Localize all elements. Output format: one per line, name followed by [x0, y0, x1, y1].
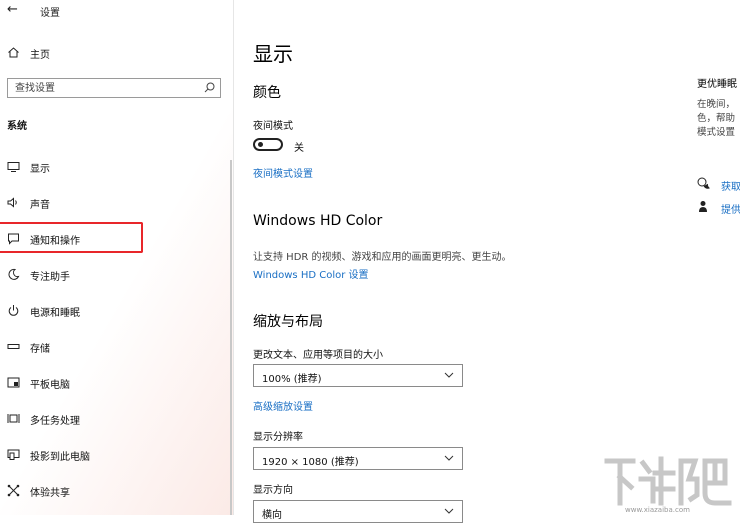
chevron-down-icon: [444, 455, 454, 461]
related-text-line: 色，帮助: [697, 113, 736, 124]
page-title: 显示: [253, 42, 293, 66]
sidebar-item-label: 电源和睡眠: [30, 308, 80, 319]
power-icon: [6, 303, 20, 317]
back-button[interactable]: ←: [7, 2, 18, 17]
night-mode-toggle[interactable]: [253, 138, 283, 151]
multitask-icon: [6, 411, 20, 425]
sidebar: ← 设置 主页 系统 显示 声音 通知和操作: [0, 0, 234, 515]
search-icon[interactable]: [203, 81, 216, 94]
heading-scale-layout: 缩放与布局: [253, 314, 323, 330]
sidebar-scrollbar[interactable]: [230, 160, 232, 515]
sidebar-item-label: 平板电脑: [30, 380, 70, 391]
sidebar-item-display[interactable]: 显示: [0, 152, 234, 182]
sidebar-item-home[interactable]: 主页: [0, 38, 234, 68]
scale-value: 100% (推荐): [262, 374, 322, 385]
home-icon: [6, 45, 20, 59]
window-title: 设置: [40, 8, 60, 19]
scale-label: 更改文本、应用等项目的大小: [253, 350, 383, 361]
heading-color: 颜色: [253, 85, 281, 101]
sidebar-item-label: 体验共享: [30, 488, 70, 499]
night-mode-state: 关: [294, 143, 304, 154]
sidebar-item-label: 投影到此电脑: [30, 452, 90, 463]
main-content: 显示 颜色 夜间模式 关 夜间模式设置 Windows HD Color 让支持…: [235, 0, 740, 523]
title-bar: ← 设置: [0, 0, 234, 22]
sidebar-item-sound[interactable]: 声音: [0, 188, 234, 218]
give-feedback-link[interactable]: 提供: [721, 201, 740, 216]
sidebar-item-label: 显示: [30, 164, 50, 175]
related-text-line: 模式设置: [697, 127, 736, 138]
chevron-down-icon: [444, 372, 454, 378]
sidebar-item-label: 专注助手: [30, 272, 70, 283]
storage-icon: [6, 339, 20, 353]
heading-hdr: Windows HD Color: [253, 213, 383, 229]
chevron-down-icon: [444, 508, 454, 514]
project-icon: [6, 447, 20, 461]
resolution-value: 1920 × 1080 (推荐): [262, 457, 359, 468]
scale-dropdown[interactable]: 100% (推荐): [253, 364, 463, 387]
speaker-icon: [6, 195, 20, 209]
orientation-label: 显示方向: [253, 485, 293, 496]
search-field[interactable]: [7, 78, 221, 98]
moon-icon: [6, 267, 20, 281]
sidebar-item-focus-assist[interactable]: 专注助手: [0, 260, 234, 290]
watermark-url: www.xiazaiba.com: [625, 506, 690, 514]
sidebar-item-storage[interactable]: 存储: [0, 332, 234, 362]
sidebar-item-shared-experiences[interactable]: 体验共享: [0, 476, 234, 506]
sidebar-item-power[interactable]: 电源和睡眠: [0, 296, 234, 326]
resolution-label: 显示分辨率: [253, 432, 303, 443]
share-icon: [6, 483, 20, 497]
help-chat-icon: [697, 177, 711, 191]
related-panel: 更优睡眠 在晚间， 色，帮助 模式设置 获取 提供: [697, 0, 740, 515]
get-help-link[interactable]: 获取: [721, 178, 740, 193]
sidebar-item-tablet[interactable]: 平板电脑: [0, 368, 234, 398]
search-input[interactable]: [8, 79, 205, 97]
sidebar-item-label: 多任务处理: [30, 416, 80, 427]
sidebar-item-project[interactable]: 投影到此电脑: [0, 440, 234, 470]
sidebar-item-multitasking[interactable]: 多任务处理: [0, 404, 234, 434]
highlight-annotation: [0, 222, 143, 253]
related-title: 更优睡眠: [697, 79, 737, 90]
hdr-description: 让支持 HDR 的视频、游戏和应用的画面更明亮、更生动。: [253, 252, 512, 263]
sidebar-item-label: 主页: [30, 50, 50, 61]
orientation-dropdown[interactable]: 横向: [253, 500, 463, 523]
tablet-icon: [6, 375, 20, 389]
night-mode-label: 夜间模式: [253, 121, 293, 132]
toggle-knob: [258, 142, 263, 147]
hdr-settings-link[interactable]: Windows HD Color 设置: [253, 266, 369, 281]
sidebar-item-label: 存储: [30, 344, 50, 355]
resolution-dropdown[interactable]: 1920 × 1080 (推荐): [253, 447, 463, 470]
monitor-icon: [6, 159, 20, 173]
section-heading-system: 系统: [7, 121, 27, 132]
related-text-line: 在晚间，: [697, 99, 736, 110]
advanced-scaling-link[interactable]: 高级缩放设置: [253, 398, 313, 413]
orientation-value: 横向: [262, 510, 282, 521]
night-mode-settings-link[interactable]: 夜间模式设置: [253, 165, 313, 180]
watermark-logo: [604, 456, 732, 506]
feedback-icon: [697, 200, 711, 214]
sidebar-item-label: 声音: [30, 200, 50, 211]
